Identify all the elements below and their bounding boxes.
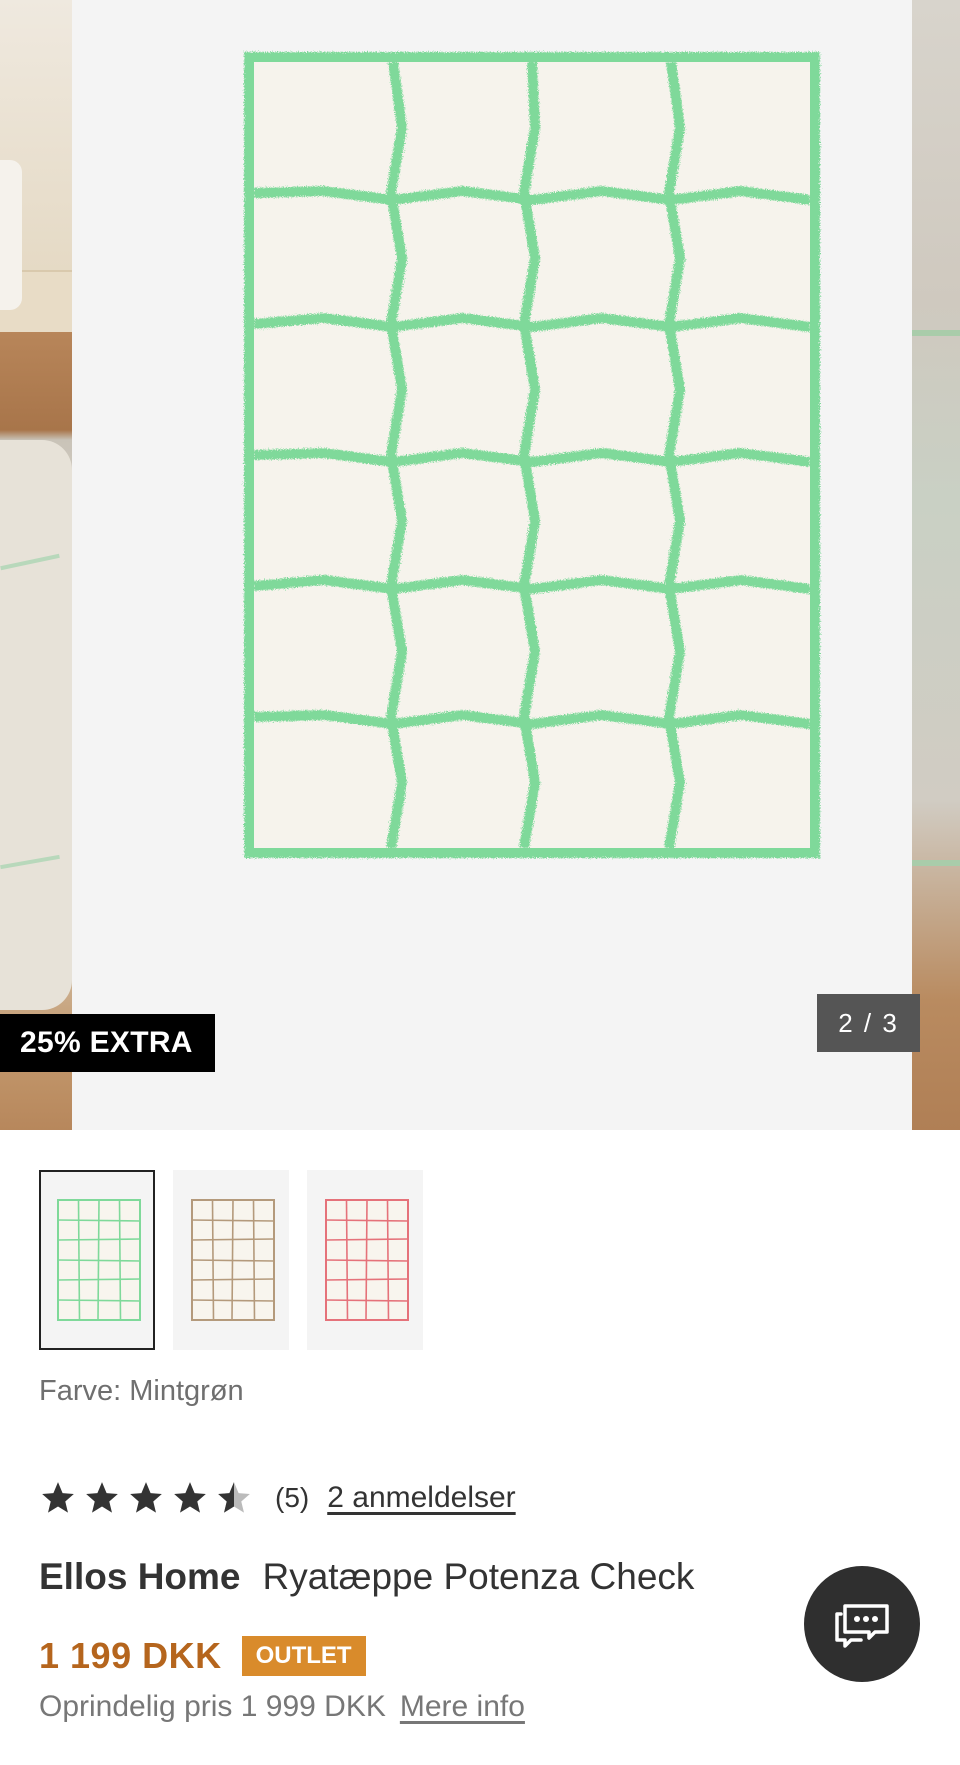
reviews-link[interactable]: 2 anmeldelser: [327, 1481, 515, 1515]
thumbnail-grid-line: [325, 1278, 409, 1281]
thumbnail-grid-line: [191, 1259, 275, 1262]
star-icon: [42, 1482, 74, 1513]
thumbnail-strip: [39, 1170, 423, 1350]
rating-row: (5) 2 anmeldelser: [39, 1474, 516, 1522]
chat-bubble-icon: [835, 1604, 889, 1648]
product-title: Ellos Home Ryatæppe Potenza Check: [39, 1556, 694, 1598]
thumbnail-grid-line: [325, 1219, 409, 1222]
thumbnail-mint[interactable]: [39, 1170, 155, 1350]
star-rating: [39, 1479, 253, 1517]
rug-image: [244, 52, 820, 858]
rating-score: (5): [275, 1482, 310, 1513]
thumbnail-beige-image: [191, 1199, 275, 1321]
thumbnail-grid-line: [191, 1299, 275, 1302]
product-image-carousel[interactable]: 25% EXTRA 2 / 3: [0, 0, 960, 1130]
thumbnail-grid-line: [325, 1259, 409, 1262]
thumbnail-grid-line: [191, 1278, 275, 1281]
original-price-row: Oprindelig pris 1 999 DKK Mere info: [39, 1690, 525, 1724]
thumbnail-pink[interactable]: [307, 1170, 423, 1350]
promo-badge: 25% EXTRA: [0, 1014, 215, 1072]
selected-color-label: Farve: Mintgrøn: [39, 1375, 244, 1407]
star-icon: [174, 1482, 206, 1513]
outlet-badge: OUTLET: [241, 1636, 366, 1676]
thumbnail-grid-line: [191, 1238, 275, 1241]
thumbnail-grid-line: [57, 1219, 141, 1222]
thumbnail-mint-image: [57, 1199, 141, 1321]
thumbnail-grid-line: [57, 1238, 141, 1241]
slide-counter: 2 / 3: [817, 994, 920, 1052]
thumbnail-grid-line: [191, 1219, 275, 1222]
star-icon: [130, 1482, 162, 1513]
original-price: Oprindelig pris 1 999 DKK: [39, 1690, 386, 1723]
plant-pot: [0, 160, 22, 310]
thumbnail-pink-image: [325, 1199, 409, 1321]
chat-button[interactable]: [804, 1566, 920, 1682]
previous-slide-peek[interactable]: [0, 0, 72, 1130]
thumbnail-grid-line: [325, 1299, 409, 1302]
more-info-link[interactable]: Mere info: [400, 1690, 525, 1723]
current-price: 1 199 DKK: [39, 1635, 222, 1676]
product-name: Ryatæppe Potenza Check: [262, 1556, 695, 1597]
star-half-icon: [218, 1482, 250, 1513]
brand-name[interactable]: Ellos Home: [39, 1556, 241, 1597]
thumbnail-beige[interactable]: [173, 1170, 289, 1350]
star-icon: [86, 1482, 118, 1513]
thumbnail-grid-line: [57, 1259, 141, 1262]
thumbnail-grid-line: [325, 1238, 409, 1241]
next-slide-peek[interactable]: [912, 0, 960, 1130]
main-product-image[interactable]: [72, 0, 912, 1130]
price-row: 1 199 DKK OUTLET: [39, 1634, 366, 1678]
thumbnail-grid-line: [57, 1299, 141, 1302]
thumbnail-grid-line: [57, 1278, 141, 1281]
room-rug: [0, 440, 72, 1010]
